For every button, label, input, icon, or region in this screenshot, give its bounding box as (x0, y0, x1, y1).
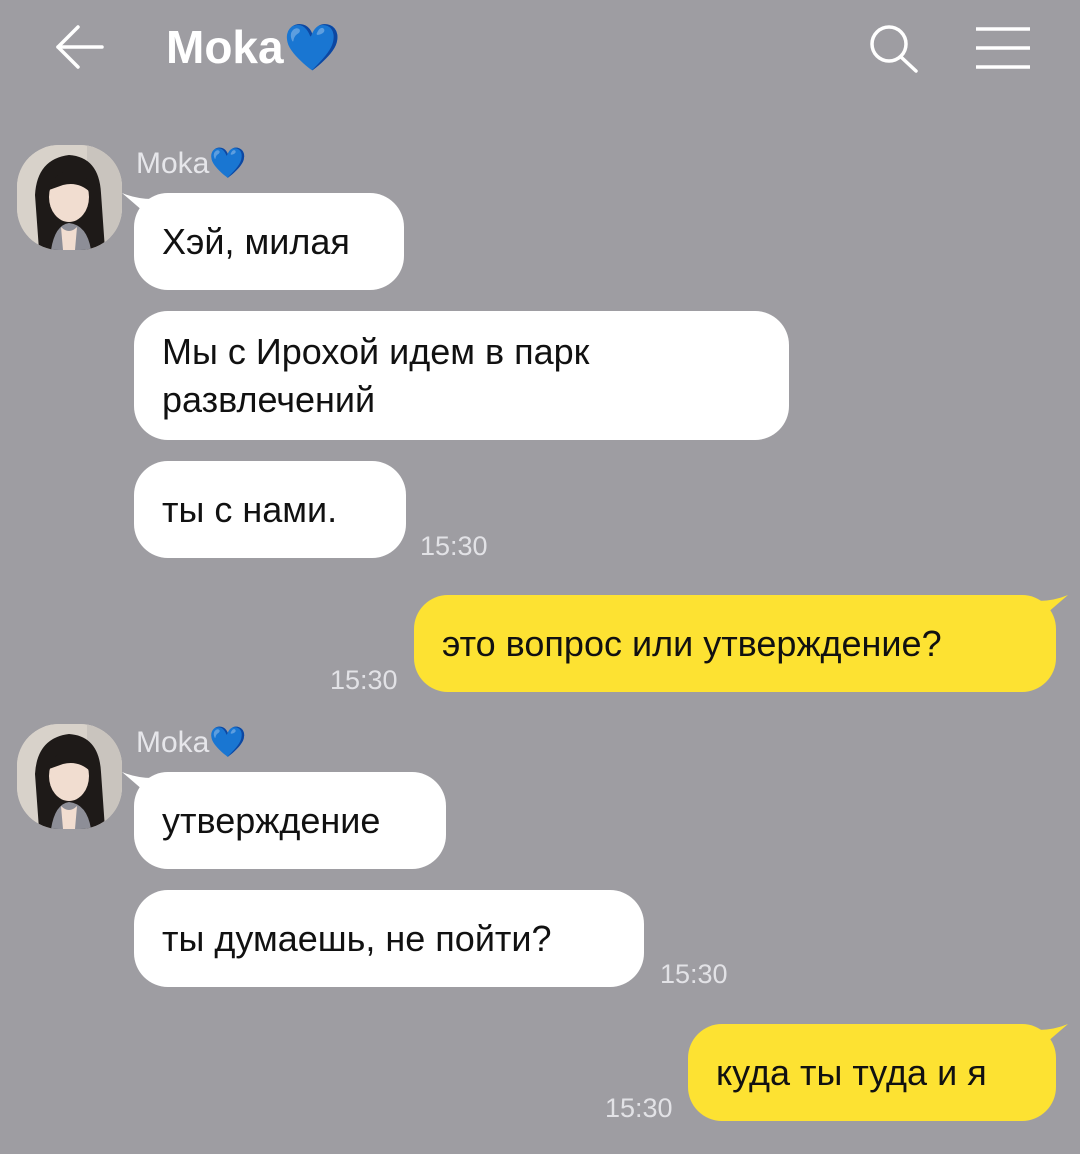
back-button[interactable] (52, 22, 108, 72)
profile-photo (17, 724, 122, 829)
message-text-line: Мы с Ирохой идем в парк (162, 330, 590, 372)
message-time: 15:30 (660, 959, 728, 989)
incoming-message-bubble[interactable]: Хэй, милая (122, 193, 404, 290)
message-text: это вопрос или утверждение? (442, 622, 942, 664)
search-button[interactable] (866, 22, 922, 76)
message-text: Хэй, милая (162, 220, 350, 262)
bubble-tail (1038, 1024, 1068, 1050)
incoming-message-bubble[interactable]: ты думаешь, не пойти? (134, 890, 644, 987)
bubble-tail (1038, 595, 1068, 621)
sender-name: Moka💙 (136, 147, 247, 180)
message-time: 15:30 (330, 665, 398, 695)
incoming-message-bubble[interactable]: Мы с Ирохой идем в парк развлечений (134, 311, 789, 440)
message-time: 15:30 (420, 531, 488, 561)
avatar[interactable] (17, 145, 122, 250)
menu-button[interactable] (974, 26, 1032, 70)
incoming-message-bubble[interactable]: ты с нами. (134, 461, 406, 558)
incoming-message-bubble[interactable]: утверждение (122, 772, 446, 869)
bubble-tail (122, 772, 152, 798)
message-text: ты думаешь, не пойти? (162, 917, 552, 959)
message-text: Мы с Ирохой идем в парк развлечений (162, 328, 589, 424)
chat-header: Moka💙 (0, 0, 1080, 100)
chat-title: Moka💙 (166, 21, 341, 73)
arrow-left-icon (56, 25, 104, 69)
bubble-tail (122, 193, 152, 219)
search-icon (870, 25, 918, 73)
message-text: ты с нами. (162, 488, 338, 530)
profile-photo (17, 145, 122, 250)
outgoing-message-bubble[interactable]: куда ты туда и я (688, 1024, 1068, 1121)
avatar[interactable] (17, 724, 122, 829)
outgoing-message-bubble[interactable]: это вопрос или утверждение? (414, 595, 1068, 692)
message-time: 15:30 (605, 1093, 673, 1123)
message-text-line: развлечений (162, 378, 376, 420)
message-text: утверждение (162, 799, 381, 841)
hamburger-menu-icon (976, 27, 1030, 69)
sender-name: Moka💙 (136, 726, 247, 759)
message-text: куда ты туда и я (716, 1051, 987, 1093)
